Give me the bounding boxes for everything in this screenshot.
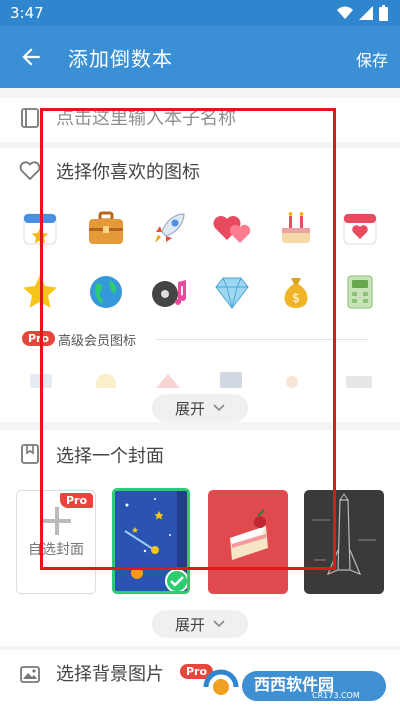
premium-icons-preview	[28, 368, 378, 394]
premium-icons-label: 高级会员图标	[58, 334, 137, 349]
calendar-heart-icon[interactable]	[340, 208, 380, 248]
svg-text:$: $	[292, 291, 300, 305]
star-icon[interactable]	[20, 272, 60, 312]
calendar-star-icon[interactable]	[20, 208, 60, 248]
heart-outline-icon	[19, 161, 41, 180]
battery-icon	[379, 5, 388, 21]
name-input-placeholder[interactable]: 点击这里输入本子名称	[56, 104, 236, 130]
custom-cover-label: 自选封面	[28, 542, 84, 558]
plus-icon	[43, 507, 71, 535]
premium-icons-faded	[30, 372, 372, 394]
space-cover[interactable]	[112, 488, 190, 594]
cake-cover[interactable]	[208, 490, 288, 594]
calculator-icon[interactable]	[340, 272, 380, 312]
expand-label: 展开	[174, 615, 205, 634]
wifi-icon	[337, 6, 353, 19]
briefcase-icon[interactable]	[86, 208, 126, 248]
pro-badge: Pro	[59, 493, 93, 508]
diamond-icon[interactable]	[212, 272, 252, 312]
expand-icons-button[interactable]: 展开	[152, 394, 248, 422]
watermark-subtext: CR173.COM	[312, 691, 360, 700]
cake-illustration	[230, 509, 268, 560]
birthday-cake-icon[interactable]	[276, 208, 316, 248]
hearts-icon[interactable]	[212, 208, 252, 248]
pro-badge: Pro	[22, 331, 56, 346]
expand-covers-button[interactable]: 展开	[152, 610, 248, 638]
divider	[156, 339, 368, 340]
cover-section: 选择一个封面 Pro 自选封面 展开	[0, 430, 400, 646]
expand-label: 展开	[174, 399, 205, 418]
status-bar: 3:47	[0, 0, 400, 26]
music-disc-icon[interactable]	[150, 272, 190, 312]
chevron-down-icon	[213, 404, 225, 412]
name-input-row[interactable]: 点击这里输入本子名称	[0, 98, 400, 142]
status-icons	[337, 5, 388, 21]
back-arrow-icon[interactable]	[18, 44, 44, 70]
status-time: 3:47	[10, 4, 44, 22]
save-button[interactable]: 保存	[356, 47, 388, 71]
check-circle-icon	[165, 569, 187, 591]
icon-section-title: 选择你喜欢的图标	[56, 162, 200, 183]
blueprint-cover[interactable]	[304, 490, 384, 594]
notebook-icon	[21, 108, 39, 128]
page-title: 添加倒数本	[68, 47, 173, 71]
bookmark-outline-icon	[21, 444, 39, 464]
globe-icon[interactable]	[86, 272, 126, 312]
icon-section: 选择你喜欢的图标 $ Pro 高级会员图标 展开	[0, 148, 400, 422]
cover-section-title: 选择一个封面	[56, 446, 164, 467]
rocket-icon[interactable]	[150, 208, 190, 248]
image-icon	[20, 666, 40, 683]
watermark-logo: 西西软件园 CR173.COM	[202, 667, 390, 705]
app-bar: 添加倒数本 保存	[0, 26, 400, 88]
signal-icon	[359, 6, 373, 20]
background-section-title: 选择背景图片	[56, 664, 164, 685]
custom-cover[interactable]: Pro 自选封面	[16, 490, 96, 594]
money-bag-icon[interactable]: $	[276, 272, 316, 312]
chevron-down-icon	[213, 620, 225, 628]
blueprint-illustration	[312, 493, 376, 576]
